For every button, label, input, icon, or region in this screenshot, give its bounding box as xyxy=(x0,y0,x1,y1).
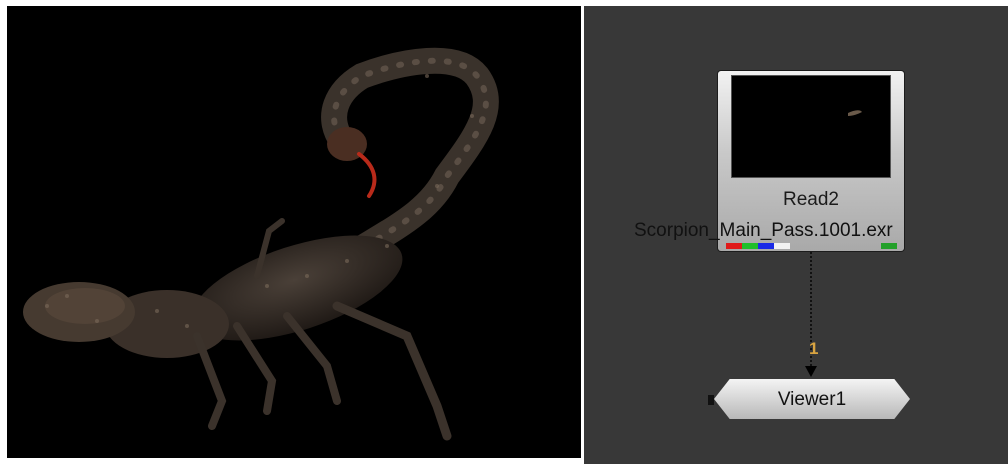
viewer-node-title: Viewer1 xyxy=(777,389,847,410)
channel-extra xyxy=(881,243,897,249)
viewer-node[interactable]: Viewer1 xyxy=(714,379,910,419)
viewer-input-stub[interactable] xyxy=(708,395,714,405)
read-node-title: Read2 xyxy=(783,189,839,210)
image-viewer xyxy=(7,6,581,458)
thumbnail-image xyxy=(848,110,862,116)
node-graph-panel[interactable]: Read2 Scorpion_Main_Pass.1001.exr 1 View… xyxy=(584,6,1008,464)
channel-green xyxy=(742,243,758,249)
read-node-thumbnail xyxy=(731,75,891,178)
arrow-head-icon xyxy=(805,366,817,377)
channel-red xyxy=(726,243,742,249)
read-node-filename: Scorpion_Main_Pass.1001.exr xyxy=(634,220,893,241)
scorpion-image xyxy=(23,47,499,441)
channel-blue xyxy=(758,243,774,249)
channel-alpha xyxy=(774,243,790,249)
channel-indicator-bar xyxy=(726,243,790,249)
input-number-label: 1 xyxy=(809,339,819,358)
